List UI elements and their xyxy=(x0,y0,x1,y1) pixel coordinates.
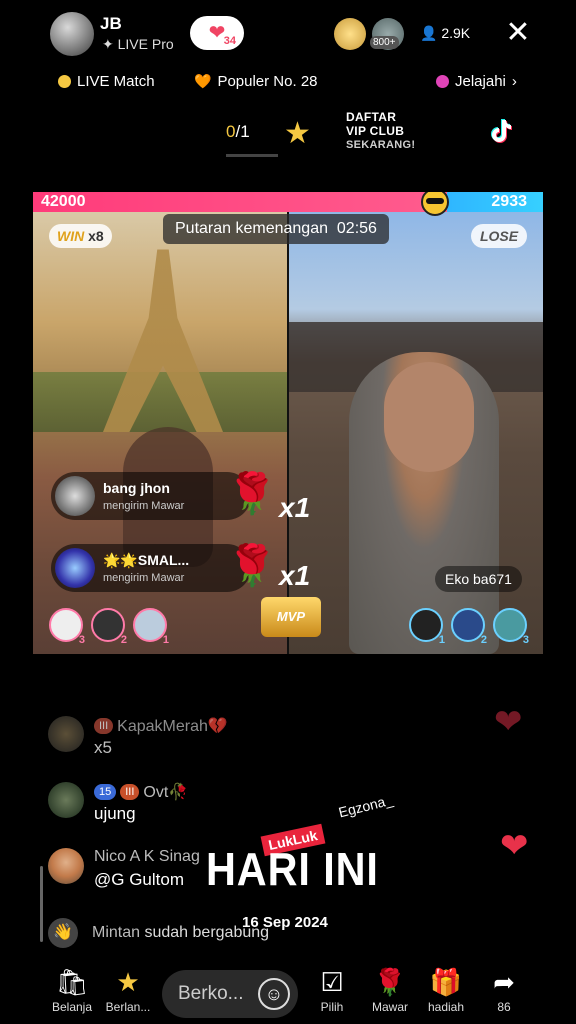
top-viewer-avatar[interactable] xyxy=(334,18,366,50)
chat-avatar xyxy=(48,782,84,818)
star-icon: ★ xyxy=(116,967,140,997)
emoji-icon[interactable]: ☺ xyxy=(258,978,290,1010)
gifter-avatar xyxy=(55,476,95,516)
right-rank-avatar[interactable]: 3 xyxy=(493,608,529,646)
gift-combo: x1 xyxy=(279,492,311,523)
live-match-link[interactable]: LIVE Match xyxy=(58,73,155,90)
tiktok-icon[interactable] xyxy=(486,116,516,146)
task-counter[interactable]: 0/1 xyxy=(226,122,250,142)
heart-icon: ❤ xyxy=(500,827,529,865)
rose-gift-button[interactable]: 🌹 Mawar xyxy=(360,966,420,1014)
gift-combo: x1 xyxy=(279,560,311,591)
chat-avatar xyxy=(48,848,84,884)
win-badge: WIN x8 xyxy=(49,224,112,248)
round-timer: Putaran kemenangan 02:56 xyxy=(163,214,389,244)
shopping-bag-icon: 🛍 xyxy=(55,967,89,997)
gift-notification[interactable]: 🌟🌟SMAL... mengirim Mawar 🌹 xyxy=(51,544,277,592)
lose-badge: LOSE xyxy=(471,224,527,248)
promo-row: 0/1 ★ DAFTAR VIP CLUB SEKARANG! xyxy=(0,108,576,158)
left-rank-avatar[interactable]: 1 xyxy=(133,608,169,646)
left-score-fill xyxy=(33,192,447,212)
jelajahi-link[interactable]: Jelajahi › xyxy=(436,73,517,90)
nav-row: LIVE Match 🧡 Populer No. 28 Jelajahi › xyxy=(0,70,576,94)
left-rank-avatar[interactable]: 3 xyxy=(49,608,85,646)
mvp-trophy-icon: MVP xyxy=(261,597,321,637)
right-rank-avatar[interactable]: 1 xyxy=(409,608,445,646)
person-icon: 👤 xyxy=(420,25,442,41)
close-button[interactable]: ✕ xyxy=(504,18,532,48)
select-icon: ☑ xyxy=(320,967,344,997)
gift-icon: 🎁 xyxy=(429,967,463,997)
battle-panel: 42000 2933 Putaran kemenangan 02:56 WIN … xyxy=(33,192,543,654)
populer-link[interactable]: 🧡 Populer No. 28 xyxy=(194,73,318,90)
host-name[interactable]: JB xyxy=(100,14,122,34)
chat-avatar xyxy=(48,716,84,752)
host-badge: ✦ LIVE Pro xyxy=(102,36,174,52)
star-icon[interactable]: ★ xyxy=(284,116,311,151)
chat-scrollbar[interactable] xyxy=(40,866,43,942)
overlay-title: HARI INI xyxy=(206,843,379,895)
rose-icon: 🌹 xyxy=(227,544,277,588)
counter-underline xyxy=(226,154,278,157)
gift-button[interactable]: 🎁 hadiah xyxy=(416,966,476,1014)
viewer-level-badge: 800+ xyxy=(370,36,399,49)
level-badge: 15 xyxy=(94,784,117,800)
wave-icon: 👋 xyxy=(48,918,78,948)
like-button[interactable]: ❤ 34 xyxy=(190,16,244,50)
pilih-button[interactable]: ☑ Pilih xyxy=(302,966,362,1014)
fan-badge: III xyxy=(120,784,140,800)
rose-icon: 🌹 xyxy=(227,472,277,516)
trees-background xyxy=(33,372,287,432)
right-rank-avatar[interactable]: 2 xyxy=(451,608,487,646)
overlay-handle: Egzona_ xyxy=(336,791,395,821)
sparkle-icon: ✦ xyxy=(102,36,118,52)
subscribe-button[interactable]: ★ Berlan... xyxy=(98,966,158,1014)
left-rank-avatar[interactable]: 2 xyxy=(91,608,127,646)
viewer-count[interactable]: 👤 2.9K xyxy=(420,25,470,42)
right-score: 2933 xyxy=(491,193,527,210)
overlay-date: 16 Sep 2024 xyxy=(242,914,328,931)
left-score: 42000 xyxy=(41,193,86,210)
vip-club-promo[interactable]: DAFTAR VIP CLUB SEKARANG! xyxy=(346,110,415,152)
rose-icon: 🌹 xyxy=(373,967,407,997)
share-icon: ➦ xyxy=(493,967,515,997)
gift-notification[interactable]: bang jhon mengirim Mawar 🌹 xyxy=(51,472,277,520)
coin-icon xyxy=(58,75,71,88)
score-bar xyxy=(33,192,543,212)
heart-icon: ❤ xyxy=(494,703,523,741)
chevron-right-icon: › xyxy=(511,73,517,90)
host-avatar[interactable] xyxy=(50,12,94,56)
likes-count: 34 xyxy=(223,35,236,47)
share-button[interactable]: ➦ 86 xyxy=(474,966,534,1014)
comment-input[interactable]: Berko... ☺ xyxy=(162,970,298,1018)
explore-icon xyxy=(436,75,449,88)
level-badge: III xyxy=(94,718,114,734)
bottom-bar: 🛍 Belanja ★ Berlan... Berko... ☺ ☑ Pilih… xyxy=(0,962,576,1024)
opponent-name[interactable]: Eko ba671 xyxy=(435,566,522,592)
belanja-button[interactable]: 🛍 Belanja xyxy=(42,966,102,1014)
heart-icon: 🧡 xyxy=(194,73,212,89)
gifter-avatar xyxy=(55,548,95,588)
opponent-head-image xyxy=(384,362,474,472)
top-bar: JB ✦ LIVE Pro ❤ 34 800+ 👤 2.9K ✕ xyxy=(0,0,576,70)
